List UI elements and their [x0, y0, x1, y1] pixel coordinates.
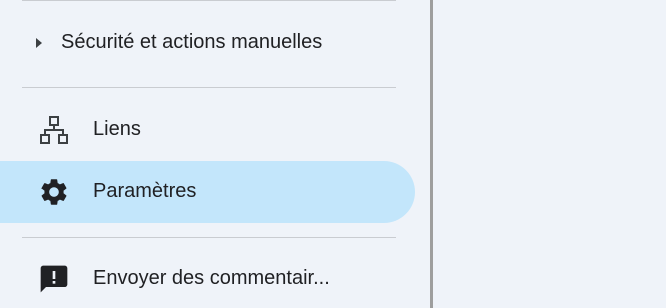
gear-icon [38, 176, 70, 208]
sidebar-item-links[interactable]: Liens [0, 99, 415, 161]
sitemap-icon [38, 114, 70, 146]
caret-right-icon [33, 36, 45, 50]
sidebar-item-send-feedback[interactable]: Envoyer des commentair... [0, 248, 415, 308]
feedback-icon [38, 263, 70, 295]
sidebar-item-label: Envoyer des commentair... [93, 267, 330, 289]
sidebar-divider [22, 87, 396, 88]
sidebar-divider-top [22, 0, 396, 1]
sidebar-item-label: Liens [93, 118, 141, 140]
main-content-area [433, 0, 666, 308]
sidebar-nav: Sécurité et actions manuelles Liens Para… [0, 0, 430, 308]
sidebar-item-settings[interactable]: Paramètres [0, 161, 415, 223]
sidebar-divider [22, 237, 396, 238]
section-security-manual-actions[interactable]: Sécurité et actions manuelles [0, 18, 415, 68]
sidebar-item-label: Paramètres [93, 180, 197, 202]
section-label: Sécurité et actions manuelles [61, 31, 323, 53]
app-window: Sécurité et actions manuelles Liens Para… [0, 0, 666, 308]
